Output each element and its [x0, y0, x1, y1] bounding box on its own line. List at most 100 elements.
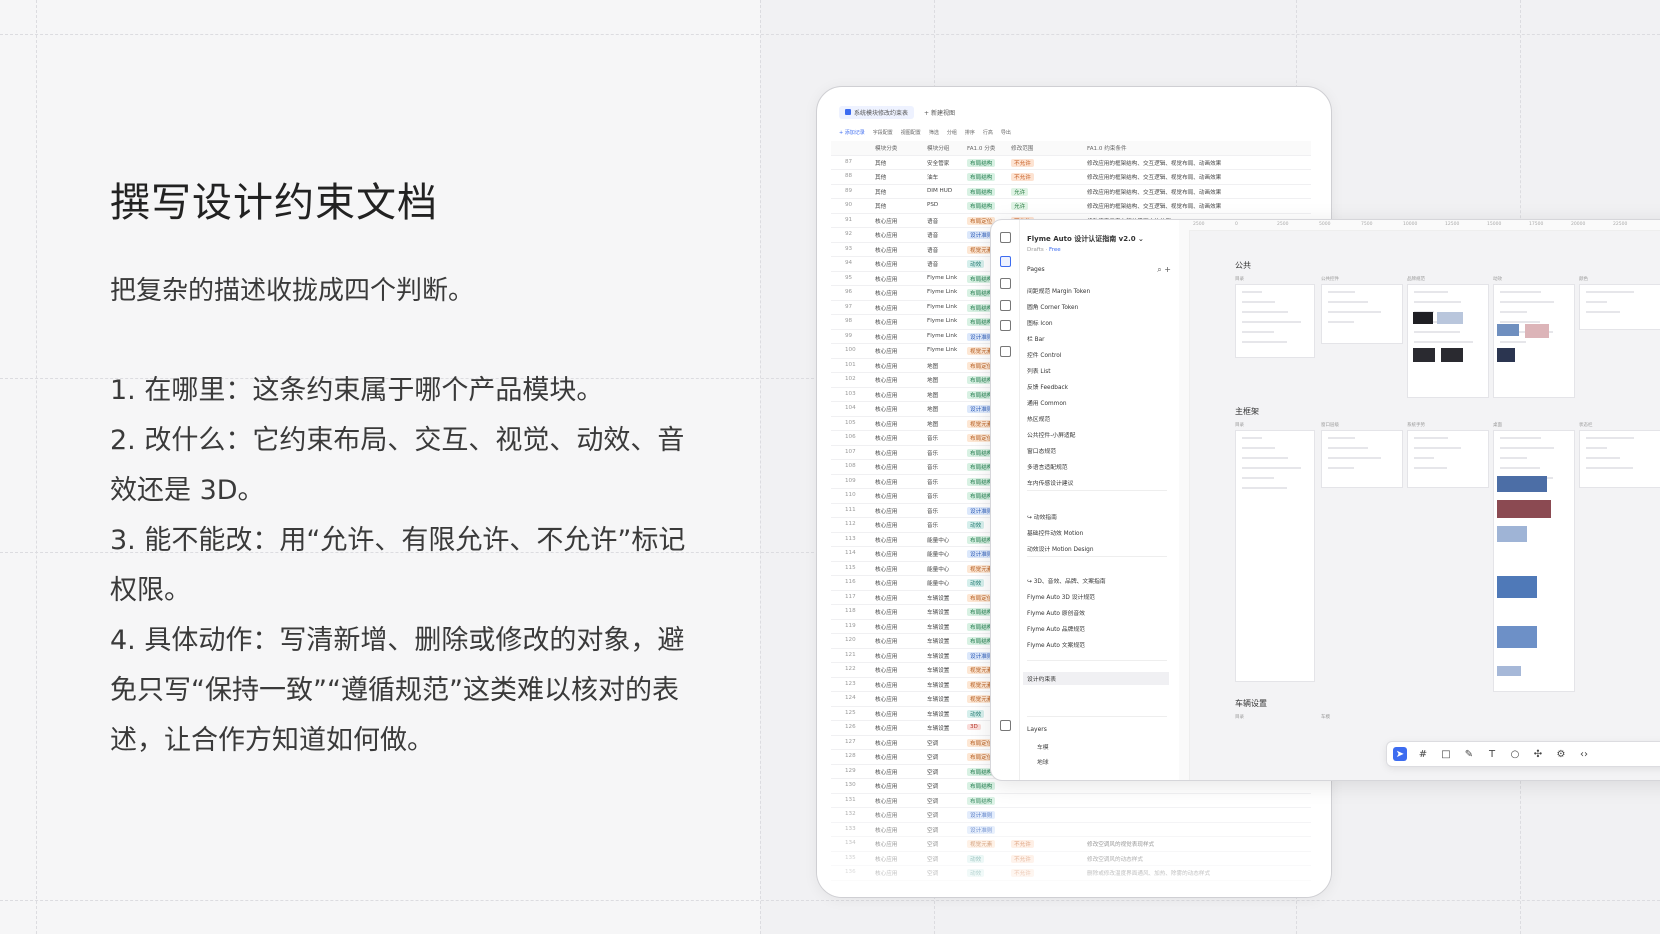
table-row[interactable]: 137核心应用智驾视觉元素不允许修改泊车、近距离视觉效果 — [831, 881, 1311, 882]
module-group-cell: 空调 — [927, 871, 939, 877]
tab-constraint-table[interactable]: 系统模块修改约束表 — [839, 105, 915, 119]
table-row[interactable]: 131 核心应用 空调 布局结构 — [831, 794, 1311, 808]
page-item[interactable]: 窗口态规范 — [1027, 446, 1056, 455]
group-button[interactable]: 分组 — [947, 129, 957, 136]
page-item[interactable]: 控件 Control — [1027, 350, 1061, 359]
help-icon[interactable] — [1000, 720, 1011, 731]
column-header[interactable]: 模块分组 — [927, 144, 949, 152]
design-frame[interactable] — [1321, 284, 1403, 344]
design-frame[interactable] — [1235, 284, 1315, 358]
design-frame[interactable] — [1579, 284, 1660, 330]
table-row[interactable]: 87 其他 安全管家 布局结构 不允许 修改应用的框架结构、交互逻辑、视觉布局、动画效果 — [831, 156, 1311, 170]
design-frame[interactable] — [1235, 430, 1315, 682]
table-row[interactable]: 133 核心应用 空调 设计准则 — [831, 823, 1311, 837]
column-header[interactable]: FA1.0 分类 — [967, 144, 995, 152]
ruler-tick-label: 2500 — [1193, 222, 1205, 227]
column-header[interactable]: 修改范围 — [1011, 144, 1033, 152]
new-view-button[interactable]: + 新建视图 — [924, 108, 955, 117]
category-tag: 布局结构 — [967, 202, 996, 210]
design-frame[interactable] — [1321, 430, 1403, 488]
page-item[interactable]: 图标 Icon — [1027, 318, 1053, 327]
table-row[interactable]: 89 其他 DIM HUD 布局结构 允许 修改应用的框架结构、交互逻辑、视觉布局、动画效… — [831, 185, 1311, 199]
layer-item[interactable]: 地球 — [1037, 757, 1049, 766]
module-category-cell: 其他 — [875, 160, 887, 167]
design-frame[interactable] — [1493, 284, 1575, 398]
design-frame[interactable] — [1407, 430, 1489, 488]
dev-mode-icon[interactable]: ⚙ — [1554, 747, 1568, 761]
page-item[interactable]: 反馈 Feedback — [1027, 382, 1068, 391]
thumbnail-image — [1497, 324, 1519, 336]
resources-tool-icon[interactable]: ✣ — [1531, 747, 1545, 761]
table-row[interactable]: 132 核心应用 空调 设计准则 — [831, 808, 1311, 823]
table-row[interactable]: 135 核心应用 空调 动效 不允许 修改空调风的动态样式 — [831, 852, 1311, 866]
thumbnail-image — [1413, 348, 1435, 362]
plugin-icon[interactable] — [1000, 346, 1011, 357]
sort-button[interactable]: 排序 — [965, 129, 975, 136]
page-item[interactable]: 栏 Bar — [1027, 334, 1045, 343]
column-header[interactable]: 模块分类 — [875, 144, 897, 152]
layer-item[interactable]: 车模 — [1037, 742, 1049, 751]
page-item[interactable]: 间距规范 Margin Token — [1027, 286, 1090, 295]
table-row[interactable]: 88 其他 油车 布局结构 不允许 修改应用的框架结构、交互逻辑、视觉布局、动画效果 — [831, 170, 1311, 185]
page-item[interactable]: 多语言适配规范 — [1027, 462, 1068, 471]
frame-tool-icon[interactable]: # — [1416, 747, 1430, 761]
shape-tool-icon[interactable]: □ — [1439, 747, 1453, 761]
page-item[interactable]: 基础控件动效 Motion — [1027, 528, 1083, 537]
page-item[interactable]: 公共控件-小屏适配 — [1027, 430, 1075, 439]
page-item[interactable]: 列表 List — [1027, 366, 1051, 375]
assets-icon[interactable] — [1000, 278, 1011, 289]
page-item[interactable]: Flyme Auto 文案规范 — [1027, 640, 1085, 649]
page-item[interactable]: 通用 Common — [1027, 398, 1067, 407]
table-row[interactable]: 90 其他 PSD 布局结构 允许 修改应用的框架结构、交互逻辑、视觉布局、动画效果 — [831, 199, 1311, 214]
module-category-cell: 核心应用 — [875, 798, 898, 805]
page-item[interactable]: ↪ 动效指南 — [1027, 512, 1057, 521]
module-group-cell: PSD — [927, 202, 939, 208]
table-row[interactable]: 130 核心应用 空调 布局结构 — [831, 779, 1311, 794]
page-item[interactable]: 设计约束表 — [1023, 672, 1169, 685]
page-item[interactable]: Flyme Auto 3D 设计规范 — [1027, 592, 1095, 601]
page-item[interactable]: 圆角 Corner Token — [1027, 302, 1078, 311]
text-tool-icon[interactable]: T — [1485, 747, 1499, 761]
add-record-button[interactable]: + 添加记录 — [839, 129, 865, 136]
add-page-icon[interactable]: + — [1164, 265, 1171, 274]
page-item[interactable]: 动效设计 Motion Design — [1027, 544, 1094, 553]
page-item[interactable]: ↪ 3D、音效、品牌、文案指南 — [1027, 576, 1106, 585]
file-title[interactable]: Flyme Auto 设计认证指南 v2.0 ⌄ — [1027, 234, 1144, 244]
design-frame[interactable] — [1407, 284, 1489, 398]
file-icon[interactable] — [1000, 256, 1011, 267]
ruler-tick-label: 5000 — [1319, 222, 1331, 227]
field-config-button[interactable]: 字段配置 — [873, 129, 893, 136]
canvas-section-title[interactable]: 车辆设置 — [1235, 698, 1267, 709]
frame-label: 状态栏 — [1579, 423, 1593, 428]
ruler-tick-label: 15000 — [1487, 222, 1502, 227]
canvas-section-title[interactable]: 公共 — [1235, 260, 1251, 271]
code-icon[interactable]: ‹› — [1577, 747, 1591, 761]
column-header[interactable]: FA1.0 约束条件 — [1087, 144, 1127, 152]
layers-label: Layers — [1027, 726, 1047, 733]
table-row[interactable]: 134 核心应用 空调 视觉元素 不允许 修改空调风的视觉表现样式 — [831, 837, 1311, 852]
move-tool-icon[interactable]: ➤ — [1393, 747, 1407, 761]
table-row[interactable]: 136 核心应用 空调 动效 不允许 删除或修改温度界面通风、加热、除雾的动态样式 — [831, 866, 1311, 881]
page-item[interactable]: Flyme Auto 原创音效 — [1027, 608, 1085, 617]
design-canvas[interactable]: 2500 0 2500 5000 7500 10000 12500 15000 17500 200… — [1179, 220, 1660, 780]
page-item[interactable]: Flyme Auto 品牌规范 — [1027, 624, 1085, 633]
frame-label: 品牌规范 — [1407, 277, 1425, 282]
module-group-cell: 语音 — [927, 218, 939, 225]
row-height-button[interactable]: 行高 — [983, 129, 993, 136]
canvas-section-title[interactable]: 主框架 — [1235, 406, 1259, 417]
page-item[interactable]: 车内传感设计建议 — [1027, 478, 1073, 487]
ruler-left — [1179, 230, 1190, 780]
view-config-button[interactable]: 视图配置 — [901, 129, 921, 136]
pen-tool-icon[interactable]: ✎ — [1462, 747, 1476, 761]
menu-icon[interactable] — [1000, 232, 1011, 243]
design-frame[interactable] — [1579, 430, 1660, 488]
module-group-cell: 车辆设置 — [927, 697, 950, 703]
export-button[interactable]: 导出 — [1001, 129, 1011, 136]
library-icon[interactable] — [1000, 320, 1011, 331]
design-frame[interactable] — [1493, 430, 1575, 692]
search-icon[interactable]: ⌕ — [1157, 265, 1161, 274]
filter-button[interactable]: 筛选 — [929, 129, 939, 136]
page-item[interactable]: 热区规范 — [1027, 414, 1050, 423]
comment-tool-icon[interactable]: ○ — [1508, 747, 1522, 761]
component-icon[interactable] — [1000, 300, 1011, 311]
